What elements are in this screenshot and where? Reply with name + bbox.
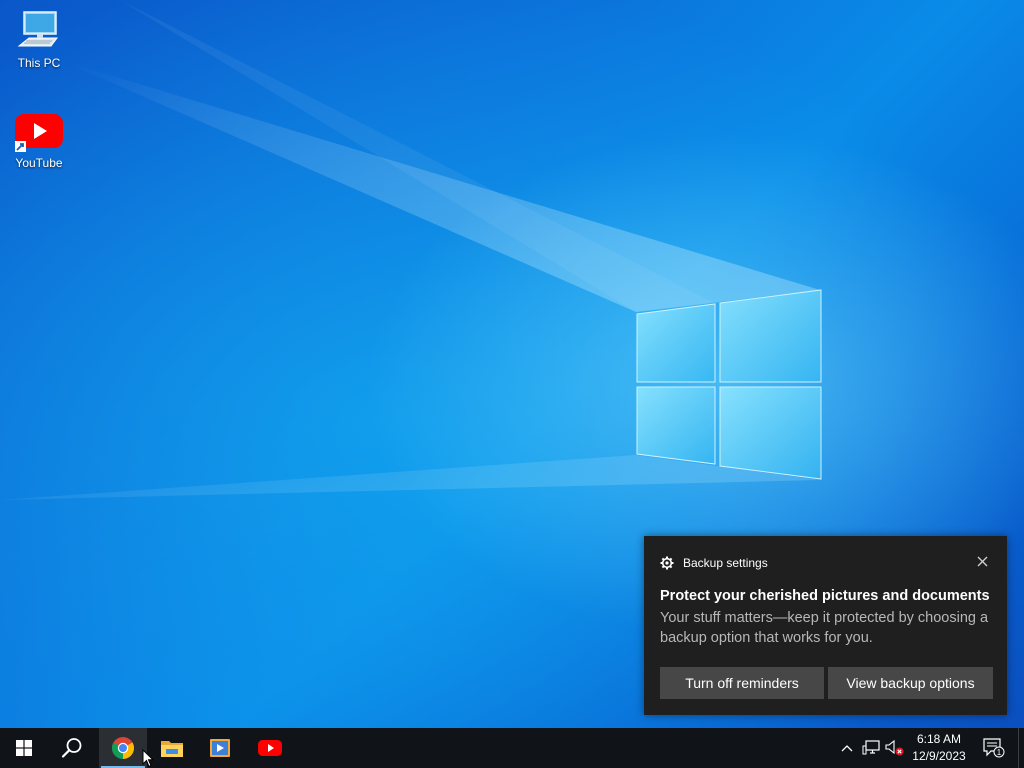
mouse-cursor-icon [142,749,154,768]
volume-muted-icon [885,739,904,756]
start-button[interactable] [0,728,48,768]
toast-app-name: Backup settings [683,556,768,570]
gear-icon [660,556,674,570]
taskbar-chrome-button[interactable] [99,728,147,768]
youtube-icon [15,114,63,152]
taskbar-youtube-button[interactable] [246,728,294,768]
desktop-icon-label: YouTube [15,156,63,170]
toast-header: Backup settings [660,555,991,571]
network-tray-button[interactable] [859,728,883,768]
folder-icon [161,741,183,757]
search-button[interactable] [48,728,96,768]
chevron-up-icon [841,745,853,752]
action-center-button[interactable]: 1 [980,728,1008,768]
chrome-icon [112,737,134,759]
taskbar-media-player-button[interactable] [196,728,244,768]
search-icon [61,738,82,758]
notification-icon: 1 [983,738,1005,758]
toast-body-text: Your stuff matters—keep it protected by … [660,610,989,646]
turn-off-reminders-button[interactable]: Turn off reminders [660,667,824,699]
backup-toast-notification[interactable]: Backup settings Protect your cherished p… [644,536,1007,715]
taskbar-clock[interactable]: 6:18 AM 12/9/2023 [905,728,973,768]
close-icon [977,556,987,566]
desktop-icon-youtube[interactable]: YouTube [1,112,77,170]
clock-time: 6:18 AM [916,732,962,746]
desktop[interactable]: This PC YouTube Backup settings Protect … [0,0,1024,728]
notification-count-badge: 1 [997,748,1002,757]
clock-date: 12/9/2023 [912,749,966,763]
view-backup-options-button[interactable]: View backup options [828,667,993,699]
computer-icon [17,11,58,47]
youtube-icon [258,740,282,756]
windows-logo-icon [16,740,32,756]
show-desktop-button[interactable] [1018,728,1024,768]
taskbar-file-explorer-button[interactable] [148,728,196,768]
media-player-icon [210,739,230,757]
network-icon [862,740,880,755]
desktop-icon-label: This PC [17,56,61,70]
volume-tray-button[interactable] [884,728,906,768]
show-hidden-icons-button[interactable] [838,728,856,768]
toast-title: Protect your cherished pictures and docu… [660,588,990,604]
desktop-icon-this-pc[interactable]: This PC [1,10,77,70]
toast-close-button[interactable] [975,554,989,568]
